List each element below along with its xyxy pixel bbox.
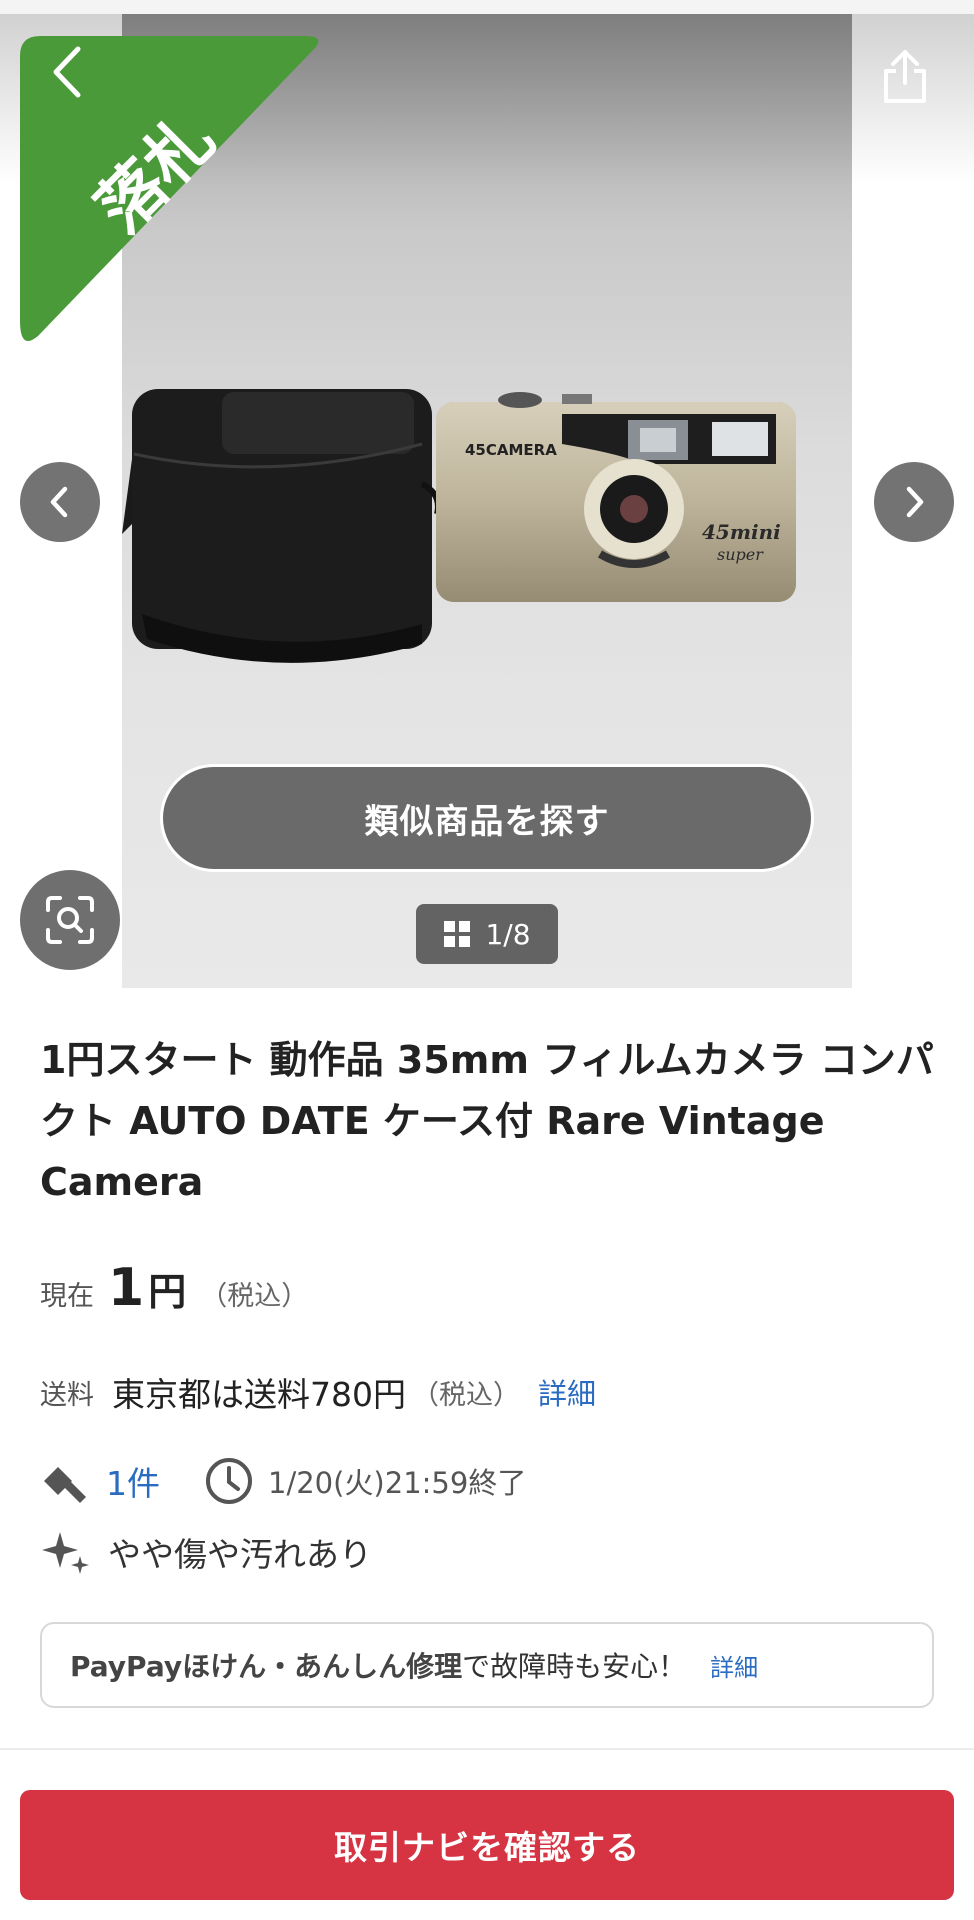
image-search-button[interactable] — [20, 870, 120, 970]
clock-icon — [206, 1458, 252, 1504]
insurance-text: で故障時も安心！ — [462, 1650, 687, 1683]
chevron-left-icon — [53, 46, 81, 98]
previous-image-button[interactable] — [20, 462, 100, 542]
transaction-navi-button[interactable]: 取引ナビを確認する — [20, 1790, 954, 1900]
share-button[interactable] — [872, 44, 938, 110]
chevron-left-icon — [50, 486, 68, 518]
sparkle-icon — [42, 1532, 89, 1574]
image-counter[interactable]: 1/8 — [416, 904, 558, 964]
price-label: 現在 — [40, 1281, 94, 1312]
shipping-tax: （税込） — [412, 1379, 520, 1411]
back-button[interactable] — [38, 42, 98, 102]
image-counter-text: 1/8 — [485, 917, 531, 951]
svg-text:45CAMERA: 45CAMERA — [465, 441, 557, 459]
camera-case-image — [122, 389, 441, 663]
page: 45CAMERA 45mini super 落札 類似商品を探す 1/8 1円ス… — [0, 0, 974, 1920]
share-icon — [884, 50, 926, 103]
chevron-right-icon — [906, 486, 924, 518]
condition-row: やや傷や汚れあり — [40, 1528, 372, 1576]
insurance-banner[interactable]: PayPayほけん・あんしん修理 で故障時も安心！ 詳細 — [40, 1622, 934, 1708]
insurance-title: PayPayほけん・あんしん修理 — [70, 1650, 463, 1683]
item-title: 1円スタート 動作品 35mm フィルムカメラ コンパクト AUTO DATE … — [40, 1038, 934, 1204]
shipping-label: 送料 — [40, 1379, 94, 1411]
gavel-icon — [44, 1467, 86, 1503]
svg-text:super: super — [717, 545, 764, 564]
shipping-detail-link[interactable]: 詳細 — [538, 1371, 596, 1413]
shipping-row: 送料 東京都は送料780円 （税込） 詳細 — [40, 1368, 596, 1416]
image-gallery[interactable]: 45CAMERA 45mini super 落札 類似商品を探す 1/8 — [0, 14, 974, 988]
item-condition: やや傷や汚れあり — [108, 1535, 372, 1574]
next-image-button[interactable] — [874, 462, 954, 542]
svg-text:45mini: 45mini — [702, 520, 781, 544]
grid-icon — [444, 921, 471, 947]
price-row: 現在 1 円 （税込） — [40, 1258, 308, 1318]
find-similar-button[interactable]: 類似商品を探す — [160, 764, 814, 872]
meta-row: 1件 1/20(火)21:59終了 — [40, 1456, 526, 1506]
camera-body-image: 45CAMERA 45mini super — [436, 392, 796, 602]
insurance-detail-link[interactable]: 詳細 — [710, 1648, 758, 1683]
status-bar — [0, 0, 974, 14]
end-time: 1/20(火)21:59終了 — [268, 1466, 527, 1500]
price-unit: 円 — [148, 1270, 187, 1314]
price-tax: （税込） — [200, 1281, 309, 1312]
price-value: 1 — [108, 1258, 145, 1318]
bid-count-link[interactable]: 1件 — [106, 1457, 160, 1505]
shipping-text: 東京都は送料780円 — [112, 1375, 406, 1414]
divider — [0, 1748, 974, 1750]
image-search-icon — [46, 896, 94, 944]
